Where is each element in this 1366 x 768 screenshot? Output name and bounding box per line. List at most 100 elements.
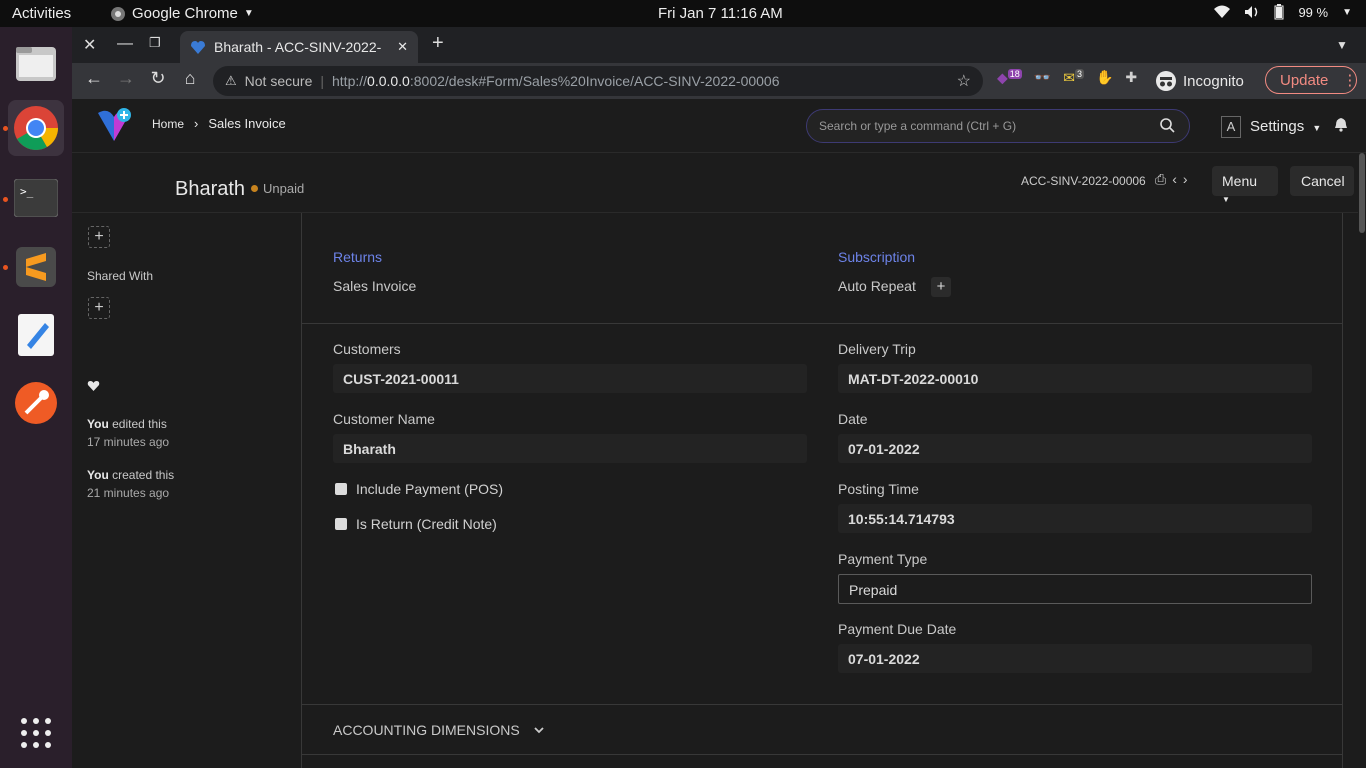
breadcrumb-sales-invoice[interactable]: Sales Invoice bbox=[208, 116, 285, 131]
returns-sales-invoice-link[interactable]: Sales Invoice bbox=[333, 278, 416, 294]
volume-icon bbox=[1245, 6, 1258, 18]
activity-created-time: 21 minutes ago bbox=[87, 486, 170, 500]
breadcrumb-home[interactable]: Home bbox=[152, 117, 184, 131]
payment-type-select[interactable]: Prepaid bbox=[838, 574, 1312, 604]
add-auto-repeat-button[interactable]: + bbox=[931, 277, 951, 297]
payment-due-date-field[interactable]: 07-01-2022 bbox=[838, 644, 1312, 673]
terminal-launcher[interactable]: >_ bbox=[8, 170, 64, 226]
browser-tab[interactable]: Bharath - ACC-SINV-2022- ✕ bbox=[180, 31, 418, 63]
app-grid-icon bbox=[21, 718, 51, 748]
add-share-button[interactable]: + bbox=[88, 297, 110, 319]
postman-launcher[interactable] bbox=[8, 375, 64, 431]
print-icon[interactable]: ⎙ bbox=[1155, 171, 1166, 188]
power-menu-chevron-icon: ▼ bbox=[1342, 6, 1352, 18]
activity-edited: You edited this bbox=[87, 417, 167, 431]
address-bar[interactable]: ⚠ Not secure | http://0.0.0.0:8002/desk#… bbox=[213, 66, 983, 96]
activity-created: You created this bbox=[87, 468, 175, 482]
page-head: Bharath Unpaid ACC-SINV-2022-00006 ⎙ ‹ ›… bbox=[72, 153, 1358, 213]
settings-dropdown[interactable]: Settings ▼ bbox=[1250, 118, 1321, 135]
battery-percent: 99 % bbox=[1298, 4, 1329, 20]
incognito-icon bbox=[1156, 71, 1176, 91]
search-placeholder: Search or type a command (Ctrl + G) bbox=[819, 119, 1017, 133]
delivery-trip-label: Delivery Trip bbox=[838, 341, 916, 357]
dock: >_ bbox=[0, 27, 72, 768]
next-doc-icon[interactable]: › bbox=[1183, 171, 1188, 188]
prev-doc-icon[interactable]: ‹ bbox=[1172, 171, 1177, 188]
breadcrumb: Home › Sales Invoice bbox=[152, 116, 286, 131]
svg-text:>_: >_ bbox=[20, 185, 34, 198]
tab-search-chevron-icon[interactable]: ▼ bbox=[1336, 38, 1348, 52]
returns-heading: Returns bbox=[333, 249, 383, 265]
browser-toolbar: ← → ↻ ⌂ ⚠ Not secure | http://0.0.0.0:80… bbox=[72, 63, 1366, 99]
system-tray[interactable]: 99 % ▼ bbox=[1214, 4, 1352, 20]
checkbox-box bbox=[335, 518, 347, 530]
extension-badge-18-icon[interactable]: ◆ 18 bbox=[997, 69, 1022, 87]
payment-due-date-label: Payment Due Date bbox=[838, 621, 957, 637]
update-label: Update bbox=[1280, 71, 1329, 89]
customers-field[interactable]: CUST-2021-00011 bbox=[333, 364, 807, 393]
chrome-icon bbox=[14, 106, 58, 150]
add-assign-button[interactable]: + bbox=[88, 226, 110, 248]
chevron-right-icon: › bbox=[194, 116, 199, 131]
sublime-launcher[interactable] bbox=[8, 239, 64, 295]
show-applications-button[interactable] bbox=[8, 705, 64, 761]
tab-close-icon[interactable]: ✕ bbox=[397, 39, 408, 55]
accounting-dimensions-label: ACCOUNTING DIMENSIONS bbox=[333, 722, 520, 738]
back-arrow-icon[interactable]: ← bbox=[78, 68, 110, 89]
incognito-indicator[interactable]: Incognito bbox=[1155, 70, 1244, 92]
window-close-icon[interactable]: ✕ bbox=[83, 35, 96, 55]
activities-button[interactable]: Activities bbox=[12, 5, 71, 22]
doc-nav-icons: ⎙ ‹ › bbox=[1155, 171, 1188, 188]
scrollbar-thumb[interactable] bbox=[1359, 153, 1365, 233]
forward-arrow-icon[interactable]: → bbox=[110, 68, 142, 89]
customer-name-field[interactable]: Bharath bbox=[333, 434, 807, 463]
home-icon[interactable]: ⌂ bbox=[174, 68, 206, 89]
customers-label: Customers bbox=[333, 341, 401, 357]
cancel-button[interactable]: Cancel bbox=[1290, 166, 1354, 196]
window-restore-icon[interactable]: ❐ bbox=[149, 35, 161, 51]
update-button[interactable]: Update ⋮ bbox=[1265, 66, 1357, 94]
form-body: Returns Sales Invoice Subscription Auto … bbox=[301, 213, 1343, 768]
date-field[interactable]: 07-01-2022 bbox=[838, 434, 1312, 463]
extension-badge-3-icon[interactable]: ✉ 3 bbox=[1063, 69, 1084, 87]
include-payment-checkbox[interactable]: Include Payment (POS) bbox=[335, 481, 503, 497]
is-return-label: Is Return (Credit Note) bbox=[356, 516, 497, 532]
files-launcher[interactable] bbox=[8, 35, 64, 91]
search-input[interactable]: Search or type a command (Ctrl + G) bbox=[806, 109, 1190, 143]
tab-strip: ✕ — ❐ Bharath - ACC-SINV-2022- ✕ + ▼ bbox=[72, 27, 1366, 63]
kebab-menu-icon: ⋮ bbox=[1342, 72, 1358, 89]
status-dot bbox=[251, 185, 258, 192]
posting-time-field[interactable]: 10:55:14.714793 bbox=[838, 504, 1312, 533]
tab-title: Bharath - ACC-SINV-2022- bbox=[214, 39, 382, 55]
heart-icon[interactable] bbox=[87, 380, 100, 392]
menu-button[interactable]: Menu ▼ bbox=[1212, 166, 1278, 204]
reload-icon[interactable]: ↻ bbox=[142, 68, 174, 89]
extension-glasses-icon[interactable]: 👓 bbox=[1034, 69, 1051, 86]
text-editor-launcher[interactable] bbox=[8, 307, 64, 363]
activity-edited-time: 17 minutes ago bbox=[87, 435, 170, 449]
app-menu[interactable]: Google Chrome ▼ bbox=[110, 5, 254, 22]
customer-name-label: Customer Name bbox=[333, 411, 435, 427]
auto-repeat-link[interactable]: Auto Repeat bbox=[838, 278, 916, 294]
delivery-trip-field[interactable]: MAT-DT-2022-00010 bbox=[838, 364, 1312, 393]
chrome-small-icon bbox=[111, 6, 125, 21]
date-label: Date bbox=[838, 411, 868, 427]
extension-hand-icon[interactable]: ✋ bbox=[1096, 69, 1113, 86]
accounting-dimensions-section-toggle[interactable]: ACCOUNTING DIMENSIONS bbox=[333, 722, 544, 738]
extensions-puzzle-icon[interactable]: ✚ bbox=[1125, 69, 1137, 86]
notification-bell-icon[interactable] bbox=[1334, 117, 1348, 132]
star-icon[interactable]: ☆ bbox=[957, 71, 971, 91]
chrome-launcher[interactable] bbox=[8, 100, 64, 156]
is-return-checkbox[interactable]: Is Return (Credit Note) bbox=[335, 516, 497, 532]
app-logo-icon[interactable] bbox=[94, 107, 134, 143]
terminal-icon: >_ bbox=[14, 179, 58, 217]
site-favicon-icon bbox=[191, 41, 205, 54]
clock[interactable]: Fri Jan 7 11:16 AM bbox=[658, 5, 783, 22]
new-tab-icon[interactable]: + bbox=[432, 32, 444, 55]
window-minimize-icon[interactable]: — bbox=[117, 35, 133, 53]
incognito-label: Incognito bbox=[1183, 72, 1244, 90]
caret-down-icon: ▼ bbox=[1312, 123, 1322, 133]
page-scrollbar[interactable] bbox=[1358, 153, 1366, 768]
avatar[interactable]: A bbox=[1221, 116, 1241, 138]
checkbox-box bbox=[335, 483, 347, 495]
